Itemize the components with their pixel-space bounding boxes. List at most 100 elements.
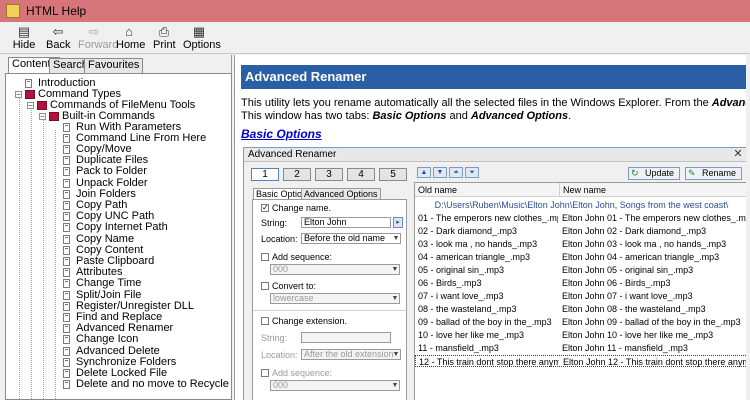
print-label: Print — [153, 39, 176, 51]
options-button[interactable]: ▦ Options — [183, 24, 221, 52]
intro-text: This utility lets you rename automatical… — [241, 97, 712, 109]
add-sequence-checkbox[interactable] — [261, 253, 269, 261]
profile-tab-3[interactable]: 3 — [315, 168, 343, 181]
close-icon[interactable]: ✕ — [731, 148, 745, 161]
tree-item-label: Copy Internet Path — [76, 221, 168, 233]
convert-to-checkbox[interactable] — [261, 282, 269, 290]
hide-icon: ▤ — [17, 24, 31, 39]
change-extension-checkbox[interactable] — [261, 317, 269, 325]
column-header-old-name[interactable]: Old name — [415, 183, 560, 197]
ext-sequence-select[interactable]: 000 — [270, 380, 400, 391]
basic-options-link[interactable]: Basic Options — [241, 127, 322, 141]
vertical-scrollbar[interactable] — [746, 55, 750, 400]
new-name: Elton John 10 - love her like me_.mp3 — [562, 330, 714, 340]
page-icon — [63, 324, 70, 333]
intro-text: . — [568, 110, 572, 122]
file-row[interactable]: 01 - The emperors new clothes_.mp3 Elton … — [415, 212, 746, 224]
profile-tab-4[interactable]: 4 — [347, 168, 375, 181]
file-row[interactable]: 08 - the wasteland_.mp3 Elton John 08 - t… — [415, 303, 746, 315]
back-arrow-icon: ⇦ — [52, 24, 64, 39]
file-row[interactable]: 05 - original sin_.mp3 Elton John 05 - or… — [415, 264, 746, 276]
ext-add-sequence-checkbox[interactable] — [261, 369, 269, 377]
page-icon — [63, 279, 70, 288]
tree-item-label: Change Icon — [76, 333, 139, 345]
page-icon — [63, 313, 70, 322]
forward-button[interactable]: ⇨ Forward — [78, 24, 118, 52]
profile-tab-2[interactable]: 2 — [283, 168, 311, 181]
string-input[interactable]: Elton John — [301, 217, 391, 228]
chevron-down-icon: ▼ — [391, 382, 399, 389]
move-up-button[interactable]: ▲ — [417, 167, 431, 178]
page-icon — [25, 79, 32, 88]
file-row[interactable]: 07 - i want love_.mp3 Elton John 07 - i w… — [415, 290, 746, 302]
basic-options-panel: ✓ Change name. String: Elton John ▸ Loca… — [252, 199, 408, 400]
topic-heading: Advanced Renamer — [245, 69, 367, 84]
old-name: 10 - love her like me_.mp3 — [418, 330, 525, 340]
ext-add-sequence-label: Add sequence: — [272, 368, 333, 378]
file-row[interactable]: 11 - mansfield_.mp3 Elton John 11 - mansf… — [415, 342, 746, 354]
page-icon — [63, 257, 70, 266]
intro-emphasis: Advanced Renamer — [711, 97, 750, 109]
collapse-icon[interactable]: − — [15, 91, 22, 99]
location-value: Before the old name — [304, 233, 386, 243]
rename-button[interactable]: ✎ Rename — [685, 167, 743, 180]
old-name: 06 - Birds_.mp3 — [418, 278, 482, 288]
help-app-icon — [6, 4, 20, 18]
change-name-checkbox[interactable]: ✓ — [261, 204, 269, 212]
collapse-icon[interactable]: − — [27, 102, 34, 110]
file-list[interactable]: Old name New name D:\Users\Ruben\Music\E… — [414, 182, 747, 400]
location-select[interactable]: Before the old name — [301, 233, 401, 244]
profile-tab-5[interactable]: 5 — [379, 168, 407, 181]
file-row-focused[interactable]: 12 - This train dont stop there anymore_… — [415, 355, 746, 367]
collapse-icon[interactable]: − — [39, 113, 46, 121]
intro-text: This window has two tabs: — [241, 110, 373, 122]
new-name: Elton John 06 - Birds_.mp3 — [562, 278, 671, 288]
tab-advanced-options[interactable]: Advanced Options — [301, 188, 381, 199]
update-button[interactable]: ↻ Update — [628, 167, 681, 180]
column-header-new-name[interactable]: New name — [560, 183, 746, 197]
move-bottom-button[interactable]: ⏷ — [465, 167, 479, 178]
chevron-down-icon: ▼ — [391, 295, 399, 302]
tab-favourites[interactable]: Favourites — [84, 58, 144, 73]
back-button[interactable]: ⇦ Back — [46, 24, 70, 52]
move-down-button[interactable]: ▼ — [433, 167, 447, 178]
page-icon — [63, 369, 70, 378]
new-name: Elton John 07 - i want love_.mp3 — [562, 291, 693, 301]
convert-to-label: Convert to: — [272, 281, 317, 291]
move-top-button[interactable]: ⏶ — [449, 167, 463, 178]
home-button[interactable]: ⌂ Home — [116, 24, 146, 52]
file-row[interactable]: 06 - Birds_.mp3 Elton John 06 - Birds_.mp… — [415, 277, 746, 289]
options-label: Options — [183, 39, 221, 51]
convert-select[interactable]: lowercase — [270, 293, 400, 304]
renamer-title: Advanced Renamer — [248, 149, 337, 160]
file-row[interactable]: 10 - love her like me_.mp3 Elton John 10 … — [415, 329, 746, 341]
update-label: Update — [645, 168, 675, 178]
hide-button[interactable]: ▤ Hide — [12, 24, 36, 52]
file-row[interactable]: 09 - ballad of the boy in the_.mp3 Elton … — [415, 316, 746, 328]
intro-text: and — [446, 110, 471, 122]
new-name: Elton John 05 - original sin_.mp3 — [562, 265, 694, 275]
intro-emphasis: Basic Options — [372, 110, 447, 122]
ext-string-input[interactable] — [301, 332, 391, 343]
print-button[interactable]: ⎙ Print — [153, 24, 176, 52]
sequence-select[interactable]: 000 — [270, 264, 400, 275]
ext-location-select[interactable]: After the old extension — [301, 349, 401, 360]
file-row[interactable]: 03 - look ma , no hands_.mp3 Elton John 0… — [415, 238, 746, 250]
change-name-label: Change name. — [272, 203, 332, 213]
toolbar: ▤ Hide ⇦ Back ⇨ Forward ⌂ Home ⎙ Print ▦… — [0, 22, 750, 54]
page-icon — [63, 347, 70, 356]
file-row[interactable]: 04 - american triangle_.mp3 Elton John 04… — [415, 251, 746, 263]
home-label: Home — [116, 39, 146, 51]
new-name: Elton John 04 - american triangle_.mp3 — [562, 252, 720, 262]
contents-tree[interactable]: Introduction − Command Types − Commands … — [5, 73, 232, 400]
old-name: 03 - look ma , no hands_.mp3 — [418, 239, 538, 249]
topic-pane: Advanced Renamer This utility lets you r… — [234, 55, 750, 400]
options-icon: ▦ — [192, 24, 206, 39]
page-icon — [63, 302, 70, 311]
page-icon — [63, 167, 70, 176]
tree-item-label: Pack to Folder — [76, 165, 147, 177]
file-row[interactable]: 02 - Dark diamond_.mp3 Elton John 02 - Da… — [415, 225, 746, 237]
profile-tab-1[interactable]: 1 — [251, 168, 279, 181]
string-insert-button[interactable]: ▸ — [393, 217, 403, 228]
book-open-icon — [49, 112, 59, 121]
